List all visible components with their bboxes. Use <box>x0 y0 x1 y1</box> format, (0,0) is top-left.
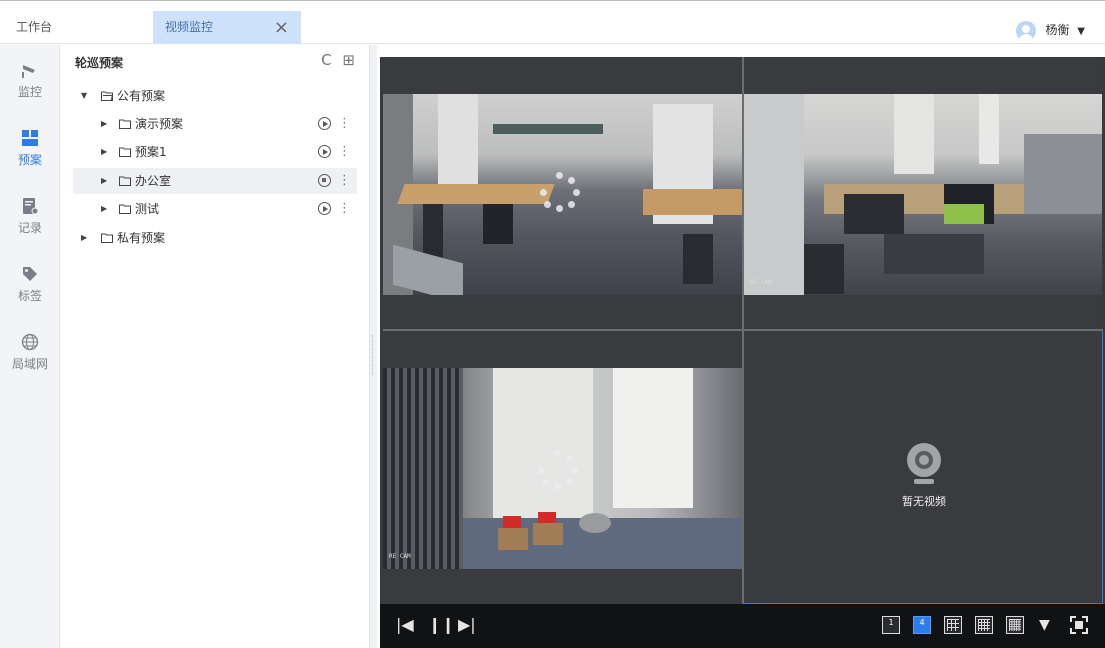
layout-9-button[interactable] <box>944 616 962 634</box>
video-grid: RE CAM RE CAM 暂无视频 <box>380 57 1105 648</box>
tree-item[interactable]: ▶ 测试 ⋮ <box>73 196 357 222</box>
caret-right-icon: ▶ <box>101 147 108 156</box>
more-icon[interactable]: ⋮ <box>338 139 351 165</box>
tree-title: 轮巡预案 <box>75 56 124 70</box>
left-nav: 监控 预案 记录 标签 局域网 <box>0 45 60 648</box>
folder-icon <box>119 204 131 214</box>
more-icon[interactable]: ⋮ <box>338 168 351 194</box>
nav-item-tag[interactable]: 标签 <box>0 265 60 304</box>
user-menu[interactable]: 杨衡 ▼ <box>1015 19 1085 41</box>
refresh-icon[interactable]: C <box>321 51 331 69</box>
nav-item-label: 记录 <box>17 221 42 235</box>
video-cell[interactable]: RE CAM <box>744 57 1102 329</box>
avatar <box>1015 20 1036 41</box>
tree-item-selected[interactable]: ▶ 办公室 ⋮ <box>73 168 357 194</box>
tree-label: 测试 <box>135 202 160 216</box>
panel-resize-handle[interactable] <box>369 45 377 648</box>
add-plan-icon[interactable]: ⊞ <box>342 51 355 69</box>
folder-open-icon <box>101 91 113 101</box>
tree-item[interactable]: ▶ 演示预案 ⋮ <box>73 111 357 137</box>
folder-icon <box>119 147 131 157</box>
next-icon[interactable]: ▶| <box>458 615 476 635</box>
nav-item-plan[interactable]: 预案 <box>0 129 60 168</box>
tree-group-private[interactable]: ▶ 私有预案 <box>73 225 357 251</box>
record-icon <box>23 198 39 215</box>
nav-item-monitor[interactable]: 监控 <box>0 61 60 100</box>
user-name: 杨衡 <box>1045 23 1070 37</box>
pause-icon[interactable]: ❙❙ <box>428 615 455 635</box>
tree-item[interactable]: ▶ 预案1 ⋮ <box>73 139 357 165</box>
caret-down-icon: ▼ <box>81 91 88 100</box>
close-icon[interactable]: × <box>274 11 289 44</box>
play-icon[interactable] <box>318 117 331 130</box>
video-frame: RE CAM <box>744 94 1102 295</box>
grid-divider <box>383 329 1103 331</box>
caret-right-icon: ▶ <box>101 119 108 128</box>
video-frame: RE CAM <box>383 368 742 569</box>
playback-control-bar: |◀ ❙❙ ▶| 1 4 ▼ <box>380 604 1105 648</box>
fullscreen-icon[interactable] <box>1070 616 1088 634</box>
camera-label: RE CAM <box>750 279 772 286</box>
layout-1-button[interactable]: 1 <box>882 616 900 634</box>
nav-item-label: 标签 <box>17 289 42 303</box>
no-video-placeholder: 暂无视频 <box>894 443 954 509</box>
more-layouts-icon[interactable]: ▼ <box>1039 615 1050 635</box>
caret-right-icon: ▶ <box>81 233 88 242</box>
tree-label: 预案1 <box>135 145 167 159</box>
nav-item-label: 监控 <box>17 85 42 99</box>
caret-right-icon: ▶ <box>101 176 108 185</box>
video-cell[interactable] <box>383 57 742 329</box>
play-icon[interactable] <box>318 202 331 215</box>
tab-video-monitor-label: 视频监控 <box>165 20 214 34</box>
layout-25-button[interactable] <box>1006 616 1024 634</box>
tree-label: 演示预案 <box>135 117 184 131</box>
nav-item-lan[interactable]: 局域网 <box>0 333 60 372</box>
top-tab-bar: 工作台 视频监控 × 杨衡 ▼ <box>0 0 1105 44</box>
nav-item-record[interactable]: 记录 <box>0 197 60 236</box>
tab-workbench[interactable]: 工作台 <box>8 11 148 44</box>
nav-item-label: 局域网 <box>11 357 48 371</box>
more-icon[interactable]: ⋮ <box>338 196 351 222</box>
caret-right-icon: ▶ <box>101 204 108 213</box>
layout-grid-icon <box>22 130 38 146</box>
loading-spinner-icon <box>538 450 578 490</box>
video-cell[interactable]: RE CAM <box>383 331 742 603</box>
tree-label: 办公室 <box>135 174 172 188</box>
no-video-text: 暂无视频 <box>902 495 946 508</box>
video-cell-selected[interactable]: 暂无视频 <box>743 330 1103 604</box>
more-icon[interactable]: ⋮ <box>338 111 351 137</box>
play-icon[interactable] <box>318 145 331 158</box>
globe-icon <box>21 333 39 351</box>
loading-spinner-icon <box>540 172 580 212</box>
tree-label: 私有预案 <box>117 231 166 245</box>
tree-label: 公有预案 <box>117 89 166 103</box>
folder-icon <box>101 233 113 243</box>
tab-video-monitor[interactable]: 视频监控 × <box>153 11 301 44</box>
layout-16-button[interactable] <box>975 616 993 634</box>
layout-4-button[interactable]: 4 <box>913 616 931 634</box>
plan-tree-panel: 轮巡预案 C ⊞ ▼ 公有预案 ▶ 演示预案 ⋮ ▶ 预案1 ⋮ ▶ 办公室 ⋮… <box>61 45 369 648</box>
stop-icon[interactable] <box>318 174 331 187</box>
video-frame <box>383 94 742 295</box>
folder-icon <box>119 176 131 186</box>
chevron-down-icon: ▼ <box>1077 26 1085 37</box>
camera-label: RE CAM <box>389 553 411 560</box>
webcam-icon <box>907 443 941 485</box>
tree-group-public[interactable]: ▼ 公有预案 <box>73 83 357 109</box>
folder-icon <box>119 119 131 129</box>
tag-icon <box>23 267 37 281</box>
previous-icon[interactable]: |◀ <box>396 615 414 635</box>
nav-item-label: 预案 <box>17 153 42 167</box>
camera-icon <box>22 65 35 78</box>
tree-header: 轮巡预案 C ⊞ <box>61 45 369 77</box>
